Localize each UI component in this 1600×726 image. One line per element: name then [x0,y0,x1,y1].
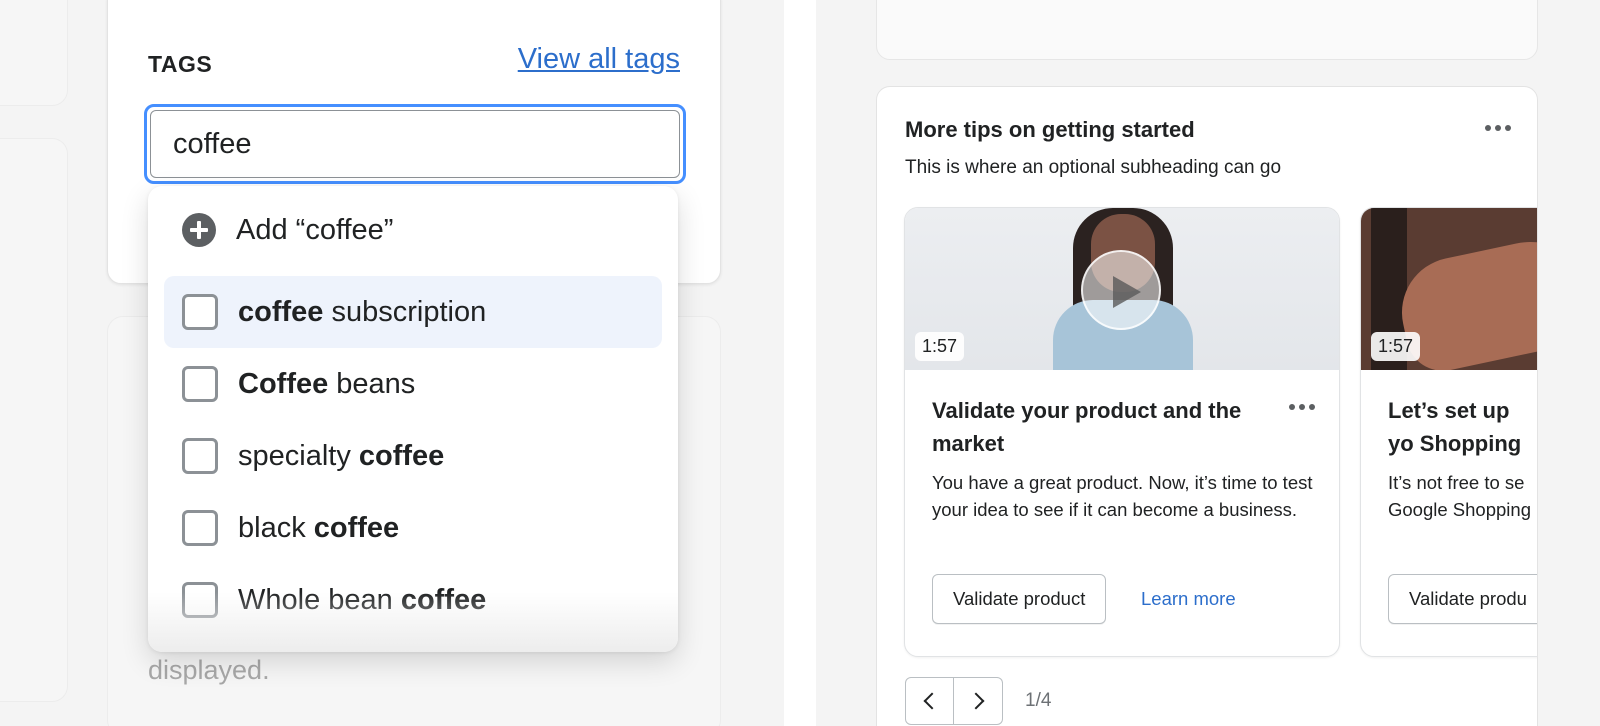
tag-search-input[interactable] [150,110,680,178]
background-card-bottom [0,138,68,702]
learn-more-link[interactable]: Learn more [1141,588,1236,610]
description-helper-text: displayed. [148,655,270,685]
pane-divider [784,0,816,726]
tag-checkbox[interactable] [182,294,218,330]
video-duration: 1:57 [915,332,965,361]
tag-input-focus-ring [144,104,686,184]
tips-title: More tips on getting started [905,117,1195,142]
chevron-right-icon [967,692,984,710]
page-indicator: 1/4 [1025,690,1052,711]
tag-option[interactable]: specialty coffee [164,420,662,492]
video-thumbnail[interactable]: 1:57 [905,208,1339,370]
lesson-title: Validate your product and the market [932,398,1242,456]
lesson-more-icon[interactable] [1289,404,1315,410]
add-tag-option[interactable]: Add “coffee” [148,198,678,262]
lesson-card: 1:57 Let’s set up yo Shopping It’s not f… [1360,207,1537,657]
lesson-title: Let’s set up yo Shopping [1388,398,1522,456]
previous-button[interactable] [905,677,954,725]
plus-circle-icon [182,213,216,247]
tips-card: More tips on getting started This is whe… [876,86,1538,726]
view-all-tags-link[interactable]: View all tags [518,43,680,76]
tag-suggestions-dropdown: Add “coffee” coffee subscription Coffee … [148,186,678,652]
tag-option[interactable]: black coffee [164,492,662,564]
tag-option-label: Coffee beans [238,367,416,400]
more-actions-icon[interactable] [1485,125,1511,131]
tag-checkbox[interactable] [182,582,218,618]
tag-option-label: black coffee [238,511,400,544]
play-icon[interactable] [1081,250,1161,330]
tips-subtitle: This is where an optional subheading can… [905,157,1282,178]
tag-option-label: Whole bean coffee [238,583,487,616]
tag-option[interactable]: Coffee beans [164,348,662,420]
video-thumbnail[interactable]: 1:57 [1361,208,1537,370]
tag-checkbox[interactable] [182,366,218,402]
tag-checkbox[interactable] [182,438,218,474]
tag-options-list: coffee subscription Coffee beans special… [164,276,662,636]
tag-option[interactable]: coffee subscription [164,276,662,348]
chevron-left-icon [923,692,941,710]
tags-title: TAGS [148,51,213,77]
video-duration: 1:57 [1371,332,1421,361]
validate-product-button[interactable]: Validate product [932,574,1107,624]
background-card-top [0,0,68,106]
tag-option-label: coffee subscription [238,295,487,328]
tag-option[interactable]: Whole bean coffee [164,564,662,636]
lesson-card: 1:57 Validate your product and the marke… [904,207,1340,657]
next-button[interactable] [954,677,1003,725]
tag-option-label: specialty coffee [238,439,445,472]
add-tag-label: Add “coffee” [236,213,394,246]
pagination: 1/4 [905,677,1051,725]
lesson-description: It’s not free to se Google Shopping [1388,472,1531,520]
tag-checkbox[interactable] [182,510,218,546]
lesson-description: You have a great product. Now, it’s time… [932,472,1313,520]
validate-product-button[interactable]: Validate produ [1388,574,1537,624]
top-card-edge [876,0,1538,60]
